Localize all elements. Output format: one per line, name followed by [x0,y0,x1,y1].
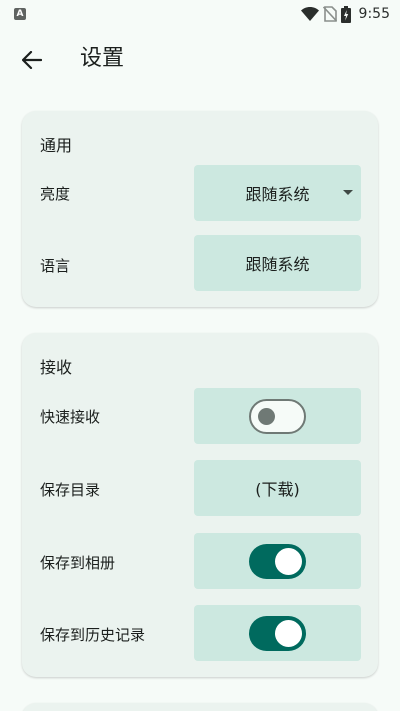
status-bar: A 9:55 [0,0,400,28]
quick-receive-label: 快速接收 [40,408,101,426]
notification-a-icon: A [14,8,26,20]
battery-icon [340,5,351,23]
save-to-album-control[interactable] [194,533,361,589]
save-to-history-control[interactable] [194,605,361,661]
general-section-title: 通用 [40,136,73,155]
brightness-dropdown[interactable]: 跟随系统 [194,165,361,221]
arrow-left-icon [22,51,42,69]
save-directory-value: (下载) [255,480,300,499]
quick-receive-switch[interactable] [249,398,306,434]
status-right: 9:55 [300,5,390,23]
save-directory-button[interactable]: (下载) [194,460,361,516]
receive-settings-card: 接收 快速接收 保存目录 (下载) 保存到相册 保存到历史记录 [22,333,378,677]
language-button[interactable]: 跟随系统 [194,235,361,291]
back-button[interactable] [16,44,48,76]
general-settings-card: 通用 亮度 跟随系统 语言 跟随系统 [22,111,378,307]
save-to-history-switch[interactable] [249,615,306,651]
switch-thumb [258,407,275,425]
quick-receive-control[interactable] [194,388,361,444]
brightness-value: 跟随系统 [245,185,310,204]
receive-section-title: 接收 [40,358,73,377]
dropdown-arrow-icon [343,190,353,195]
page-title: 设置 [80,46,125,71]
no-sim-icon [322,6,337,22]
save-directory-label: 保存目录 [40,481,101,499]
save-to-album-switch[interactable] [249,543,306,579]
next-settings-card [22,703,378,711]
status-left: A [14,8,26,20]
app-bar: 设置 [0,28,400,90]
status-time: 9:55 [358,6,390,22]
language-value: 跟随系统 [245,255,310,274]
save-to-album-label: 保存到相册 [40,554,116,572]
wifi-icon [300,7,319,21]
switch-thumb [275,547,302,575]
save-to-history-label: 保存到历史记录 [40,626,146,644]
switch-thumb [275,619,302,647]
brightness-label: 亮度 [40,185,71,203]
language-label: 语言 [40,257,71,275]
